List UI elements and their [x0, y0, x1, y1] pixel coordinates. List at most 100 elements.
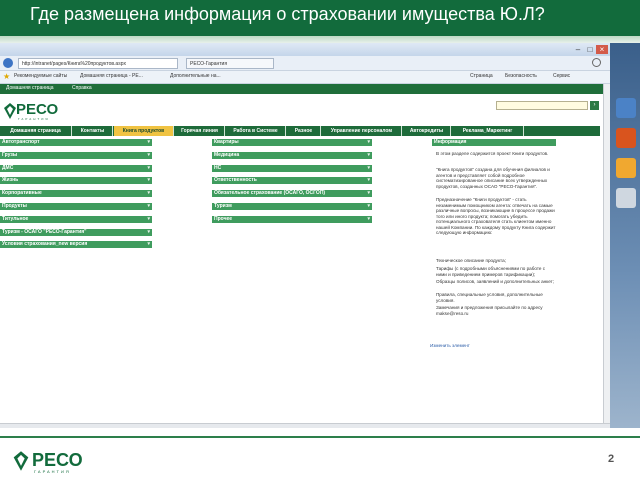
- nav-tab[interactable]: Разное: [287, 126, 321, 136]
- back-button[interactable]: [3, 58, 13, 68]
- nav-tab[interactable]: Контакты: [73, 126, 113, 136]
- desktop-app-icon[interactable]: [616, 98, 636, 118]
- info-paragraph: Замечания и предложения присылайте по ад…: [436, 305, 543, 316]
- chevron-down-icon: ▾: [367, 164, 370, 171]
- category-label: Туризм: [214, 203, 232, 209]
- site-search-input[interactable]: [496, 101, 588, 110]
- browser-status-bar: [0, 423, 610, 428]
- chevron-down-icon: ▾: [147, 228, 150, 235]
- menu-help[interactable]: Справка: [72, 85, 92, 91]
- category-button[interactable]: ДМС ▾: [0, 164, 152, 172]
- reso-logo-icon: [4, 103, 16, 119]
- favorite-link[interactable]: Рекомендуемые сайты: [14, 73, 67, 79]
- category-button[interactable]: Жизнь ▾: [0, 177, 152, 185]
- chevron-down-icon: ▾: [367, 215, 370, 222]
- category-button[interactable]: Условия страхования_new версия ▾: [0, 241, 152, 249]
- chevron-down-icon: ▾: [147, 203, 150, 209]
- chevron-down-icon: ▾: [367, 190, 370, 197]
- category-label: Прочее: [214, 215, 233, 222]
- browser-tab[interactable]: РЕСО-Гарантия: [186, 58, 274, 69]
- close-icon[interactable]: ×: [596, 45, 608, 54]
- nav-tab[interactable]: Управление персоналом: [322, 126, 402, 136]
- nav-tab[interactable]: Горячая линия: [175, 126, 225, 136]
- category-button[interactable]: Автотранспорт ▾: [0, 139, 152, 146]
- favorites-star-icon[interactable]: ★: [3, 73, 10, 81]
- category-label: Автотранспорт: [2, 139, 40, 145]
- accent-bar: [0, 36, 640, 43]
- category-label: ДМС: [2, 164, 14, 171]
- category-label: Туризм - ОСАГО "РЕСО-Гарантия": [2, 228, 87, 235]
- category-button[interactable]: Корпоративные ▾: [0, 190, 152, 198]
- nav-tab[interactable]: Домашняя страница: [0, 126, 72, 136]
- info-paragraph: Тарифы (с подробными объяснениями по раб…: [436, 266, 546, 277]
- category-button[interactable]: НС ▾: [212, 164, 372, 172]
- info-paragraph: "Книга продуктов" создана для обучения ф…: [436, 167, 550, 189]
- nav-tab[interactable]: Книга продуктов: [114, 126, 174, 136]
- desktop-app-icon[interactable]: [616, 128, 636, 148]
- info-paragraph: Техническое описание продукта;: [436, 258, 506, 263]
- info-header: Информация: [432, 139, 556, 146]
- chevron-down-icon: ▾: [367, 139, 370, 145]
- info-paragraph: Предназначение "Книги продуктов" - стать…: [436, 197, 556, 235]
- toolbar-page-menu[interactable]: Страница: [470, 73, 493, 79]
- chevron-down-icon: ▾: [147, 139, 150, 145]
- category-button[interactable]: Титульное ▾: [0, 215, 152, 223]
- chevron-down-icon: ▾: [147, 190, 150, 197]
- site-search-button[interactable]: ›: [590, 101, 599, 110]
- chevron-down-icon: ▾: [367, 151, 370, 158]
- desktop-app-icon[interactable]: [616, 158, 636, 178]
- search-icon[interactable]: [592, 58, 601, 67]
- chevron-down-icon: ▾: [147, 215, 150, 222]
- info-paragraph: В этом разделе содержится проект Книги п…: [436, 151, 549, 156]
- category-button[interactable]: Туризм ▾: [212, 203, 372, 210]
- category-label: Корпоративные: [2, 190, 42, 197]
- footer-rule: [0, 436, 640, 438]
- category-button[interactable]: Медицина ▾: [212, 151, 372, 159]
- chevron-down-icon: ▾: [147, 241, 150, 248]
- nav-tab[interactable]: Работа в Системе: [226, 126, 286, 136]
- category-button[interactable]: Туризм - ОСАГО "РЕСО-Гарантия" ▾: [0, 228, 152, 236]
- chevron-down-icon: ▾: [367, 203, 370, 209]
- chevron-down-icon: ▾: [147, 151, 150, 158]
- category-label: Грузы: [2, 151, 18, 158]
- category-label: Титульное: [2, 215, 29, 222]
- category-label: Ответственность: [214, 177, 257, 184]
- desktop-background: [610, 43, 640, 428]
- slide-header: Где размещена информация о страховании и…: [0, 0, 640, 36]
- category-button[interactable]: Квартиры ▾: [212, 139, 372, 146]
- minimize-icon[interactable]: –: [572, 45, 584, 54]
- toolbar-security-menu[interactable]: Безопасность: [505, 73, 537, 79]
- category-label: Медицина: [214, 151, 240, 158]
- nav-tab[interactable]: Автокредиты: [403, 126, 451, 136]
- slide-title: Где размещена информация о страховании и…: [30, 4, 545, 24]
- category-label: Квартиры: [214, 139, 239, 145]
- chevron-down-icon: ▾: [367, 177, 370, 184]
- category-button[interactable]: Ответственность ▾: [212, 177, 372, 185]
- desktop-app-icon[interactable]: [616, 188, 636, 208]
- category-label: Жизнь: [2, 177, 19, 184]
- edit-item-link[interactable]: Изменить элемент: [430, 343, 470, 348]
- category-label: Обязательное страхование (ОСАГО, ОСГОП): [214, 190, 326, 197]
- toolbar-tools-menu[interactable]: Сервис: [553, 73, 570, 79]
- favorite-link[interactable]: Дополнительные на...: [170, 73, 221, 79]
- logo-name: РЕСО: [16, 101, 59, 118]
- logo-subtitle: ГАРАНТИЯ: [18, 117, 50, 121]
- info-paragraph: Образцы полисов, заявлений и дополнитель…: [436, 279, 555, 284]
- category-button[interactable]: Обязательное страхование (ОСАГО, ОСГОП) ▾: [212, 190, 372, 198]
- nav-tab[interactable]: Реклама_Маркетинг: [452, 126, 524, 136]
- category-label: НС: [214, 164, 222, 171]
- page-number: 2: [608, 453, 615, 465]
- category-label: Условия страхования_new версия: [2, 241, 88, 248]
- maximize-icon[interactable]: □: [584, 45, 596, 54]
- category-label: Продукты: [2, 203, 27, 209]
- window-titlebar: – □ ×: [0, 43, 610, 56]
- category-button[interactable]: Продукты ▾: [0, 203, 152, 210]
- footer-logo-subtitle: ГАРАНТИЯ: [34, 469, 71, 474]
- vertical-scrollbar[interactable]: [603, 84, 610, 428]
- favorite-link[interactable]: Домашняя страница - РЕ...: [80, 73, 143, 79]
- category-button[interactable]: Прочее ▾: [212, 215, 372, 223]
- menu-home[interactable]: Домашняя страница: [6, 85, 54, 91]
- footer-logo-icon: [13, 451, 29, 471]
- category-button[interactable]: Грузы ▾: [0, 151, 152, 159]
- address-input[interactable]: http://intranet/pages/Книга%20продуктов.…: [18, 58, 178, 69]
